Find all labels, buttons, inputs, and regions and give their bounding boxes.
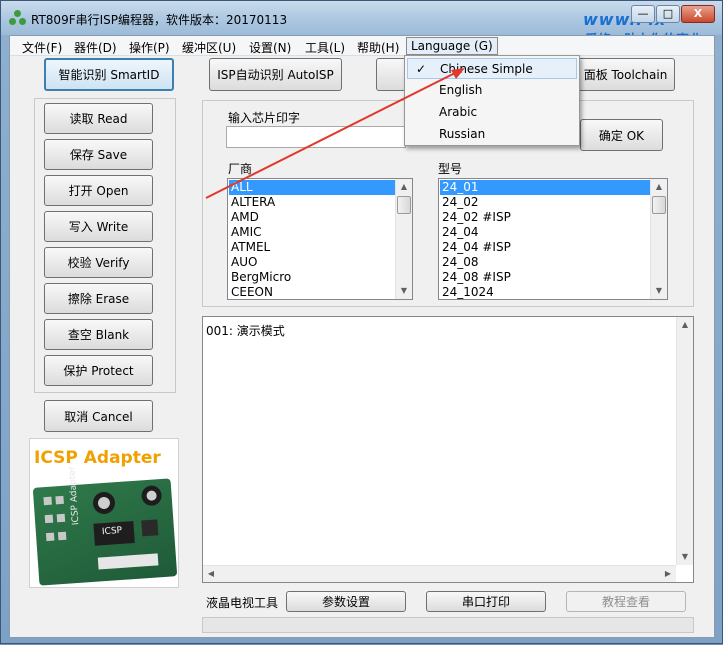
client-area: 文件(F) 器件(D) 操作(P) 缓冲区(U) 设置(N) 工具(L) 帮助(… [9, 35, 715, 638]
autoisp-button[interactable]: ISP自动识别 AutoISP [209, 58, 342, 91]
erase-button[interactable]: 擦除 Erase [44, 283, 153, 314]
vendor-label: 厂商 [228, 162, 253, 176]
menu-operation[interactable]: 操作(P) [127, 39, 172, 56]
save-button[interactable]: 保存 Save [44, 139, 153, 170]
scroll-down-icon[interactable]: ▼ [396, 283, 412, 299]
vendor-item[interactable]: ALTERA [229, 195, 395, 210]
scroll-left-icon[interactable]: ◀ [203, 566, 219, 582]
params-button[interactable]: 参数设置 [286, 591, 406, 612]
model-listbox[interactable]: 24_01 24_02 24_02 #ISP 24_04 24_04 #ISP … [438, 178, 668, 300]
model-item[interactable]: 24_02 #ISP [440, 210, 650, 225]
model-item[interactable]: 24_04 #ISP [440, 240, 650, 255]
pcb-board-image: ICSP Adapter ICSP [32, 466, 178, 586]
vendor-item[interactable]: AMD [229, 210, 395, 225]
lcd-tools-label: 液晶电视工具 [206, 596, 279, 610]
language-english[interactable]: English [407, 80, 577, 101]
open-button[interactable]: 打开 Open [44, 175, 153, 206]
scroll-thumb[interactable] [652, 196, 666, 214]
title-bar: RT809F串行ISP编程器，软件版本：20170113 www.Fix 爱修，… [1, 1, 722, 48]
vendor-item[interactable]: ATMEL [229, 240, 395, 255]
window-title: RT809F串行ISP编程器，软件版本：20170113 [31, 13, 288, 27]
vendor-item[interactable]: AUO [229, 255, 395, 270]
ok-button[interactable]: 确定 OK [580, 119, 663, 151]
log-horizontal-scrollbar[interactable]: ◀ ▶ [203, 565, 676, 582]
serial-print-button[interactable]: 串口打印 [426, 591, 546, 612]
smartid-button[interactable]: 智能识别 SmartID [44, 58, 174, 91]
language-label: Arabic [439, 105, 478, 119]
menu-bar: 文件(F) 器件(D) 操作(P) 缓冲区(U) 设置(N) 工具(L) 帮助(… [10, 36, 714, 56]
scroll-right-icon[interactable]: ▶ [660, 566, 676, 582]
log-output[interactable]: 001: 演示模式 ▲ ▼ ◀ ▶ [202, 316, 694, 583]
model-item[interactable]: 24_08 [440, 255, 650, 270]
icsp-adapter-image: ICSP Adapter ICSP Adapter ICSP [29, 438, 179, 588]
chip-marking-input[interactable] [226, 126, 406, 148]
vendor-scrollbar[interactable]: ▲ ▼ [395, 179, 412, 299]
menu-tools[interactable]: 工具(L) [303, 39, 347, 56]
menu-buffer[interactable]: 缓冲区(U) [180, 39, 238, 56]
vendor-item[interactable]: BergMicro [229, 270, 395, 285]
cancel-button[interactable]: 取消 Cancel [44, 400, 153, 432]
chip-input-label: 输入芯片印字 [228, 111, 301, 125]
model-item[interactable]: 24_01 [440, 180, 650, 195]
language-label: Chinese Simple [440, 62, 533, 76]
model-item[interactable]: 24_1024 [440, 285, 650, 299]
language-chinese-simple[interactable]: ✓ Chinese Simple [407, 58, 577, 79]
language-dropdown: ✓ Chinese Simple English Arabic Russian [404, 55, 580, 146]
menu-settings[interactable]: 设置(N) [247, 39, 293, 56]
progress-bar [202, 617, 694, 633]
menu-device[interactable]: 器件(D) [72, 39, 119, 56]
language-label: English [439, 83, 483, 97]
scroll-thumb[interactable] [397, 196, 411, 214]
menu-help[interactable]: 帮助(H) [355, 39, 401, 56]
scroll-up-icon[interactable]: ▲ [651, 179, 667, 195]
vendor-item[interactable]: ALL [229, 180, 395, 195]
model-item[interactable]: 24_04 [440, 225, 650, 240]
icsp-adapter-title: ICSP Adapter [34, 448, 161, 468]
read-button[interactable]: 读取 Read [44, 103, 153, 134]
model-item[interactable]: 24_08 #ISP [440, 270, 650, 285]
language-russian[interactable]: Russian [407, 124, 577, 145]
check-icon: ✓ [416, 62, 427, 76]
vendor-item[interactable]: AMIC [229, 225, 395, 240]
protect-button[interactable]: 保护 Protect [44, 355, 153, 386]
model-scrollbar[interactable]: ▲ ▼ [650, 179, 667, 299]
toolbar-hidden-button[interactable] [376, 58, 406, 91]
scroll-down-icon[interactable]: ▼ [677, 549, 693, 565]
app-logo-icon [9, 10, 27, 26]
menu-file[interactable]: 文件(F) [20, 39, 64, 56]
verify-button[interactable]: 校验 Verify [44, 247, 153, 278]
model-label: 型号 [438, 162, 463, 176]
maximize-button[interactable]: □ [656, 5, 680, 23]
scroll-up-icon[interactable]: ▲ [396, 179, 412, 195]
app-window: RT809F串行ISP编程器，软件版本：20170113 www.Fix 爱修，… [0, 0, 723, 644]
language-arabic[interactable]: Arabic [407, 102, 577, 123]
vendor-listbox[interactable]: ALL ALTERA AMD AMIC ATMEL AUO BergMicro … [227, 178, 413, 300]
scroll-down-icon[interactable]: ▼ [651, 283, 667, 299]
model-item[interactable]: 24_02 [440, 195, 650, 210]
vendor-item[interactable]: CEEON [229, 285, 395, 299]
language-label: Russian [439, 127, 486, 141]
pcb-chip-label: ICSP [101, 525, 123, 538]
close-button[interactable]: X [681, 5, 715, 23]
toolchain-button[interactable]: 面板 Toolchain [576, 58, 675, 91]
blank-button[interactable]: 查空 Blank [44, 319, 153, 350]
log-line: 001: 演示模式 [206, 324, 285, 338]
write-button[interactable]: 写入 Write [44, 211, 153, 242]
tutorial-button: 教程查看 [566, 591, 686, 612]
scroll-up-icon[interactable]: ▲ [677, 317, 693, 333]
minimize-button[interactable]: — [631, 5, 655, 23]
log-vertical-scrollbar[interactable]: ▲ ▼ [676, 317, 693, 565]
menu-language[interactable]: Language (G) [406, 37, 498, 55]
